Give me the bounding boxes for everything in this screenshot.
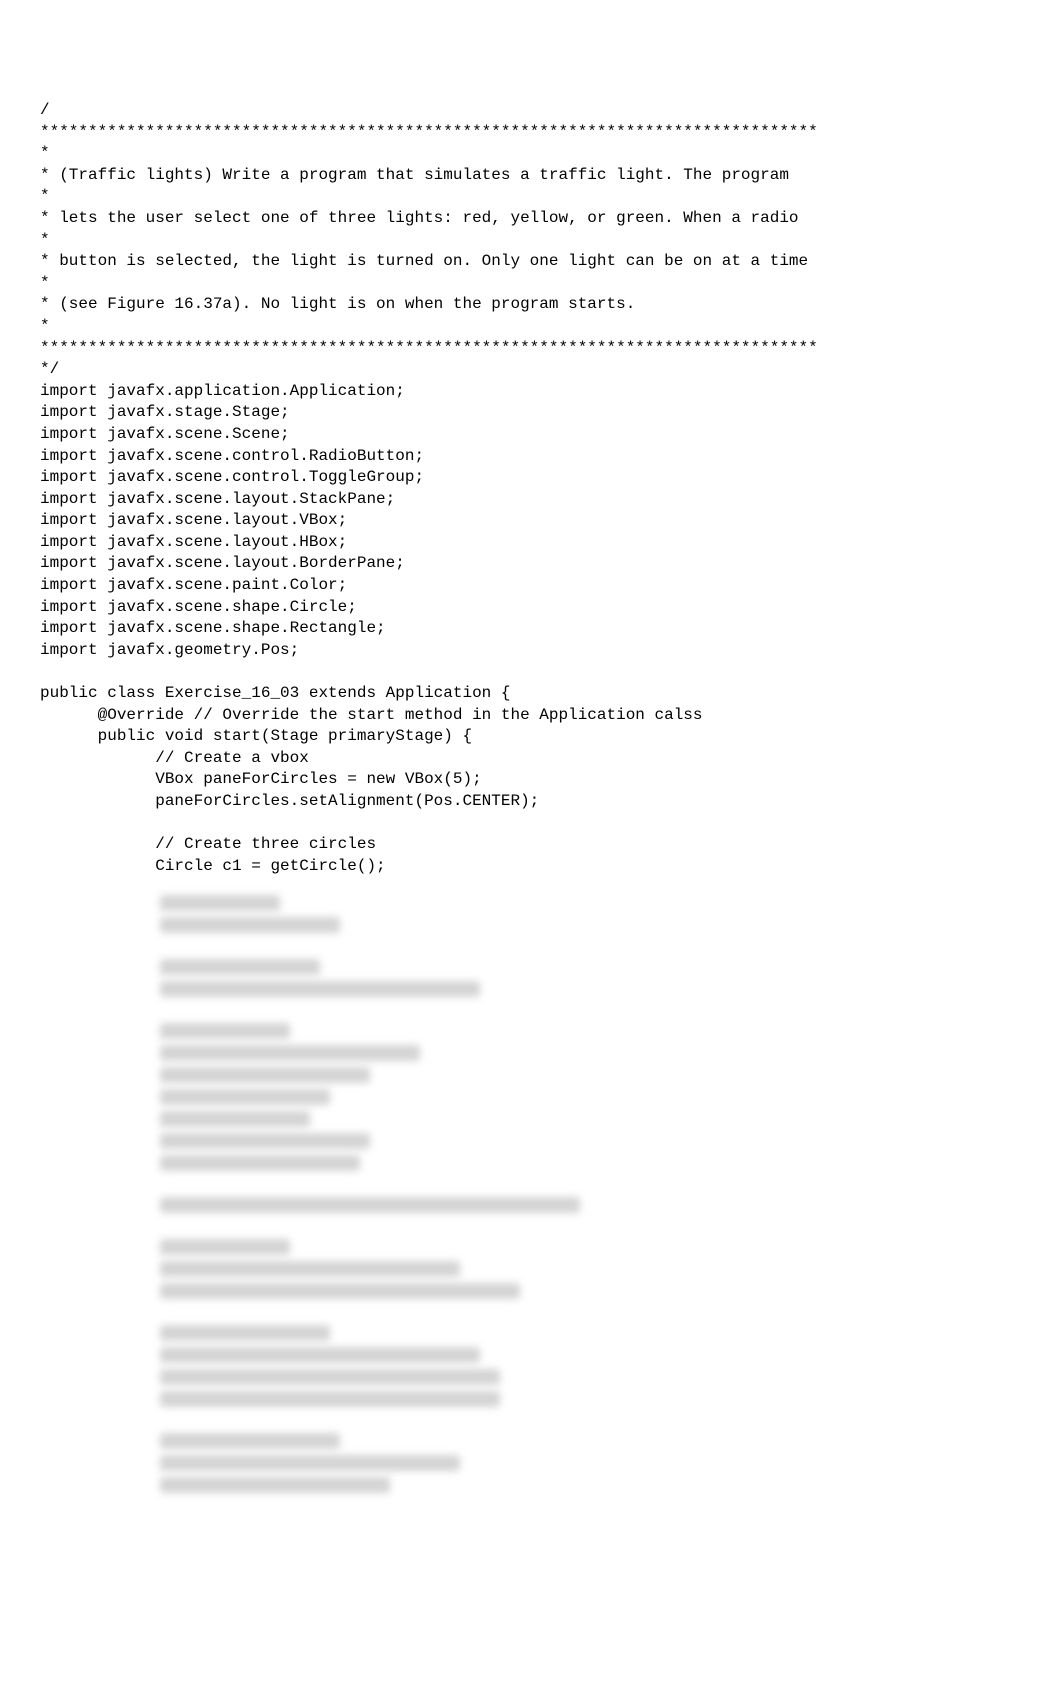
blurred-code-line <box>160 1369 500 1385</box>
blurred-code-group <box>160 1023 1022 1171</box>
blurred-code-line <box>160 1133 370 1149</box>
blurred-code-line <box>160 1045 420 1061</box>
blurred-code-section <box>40 895 1022 1493</box>
blurred-code-line <box>160 981 480 997</box>
blurred-code-line <box>160 1433 340 1449</box>
blurred-code-group <box>160 1433 1022 1493</box>
blurred-code-group <box>160 1197 1022 1213</box>
blurred-code-line <box>160 1455 460 1471</box>
blurred-code-line <box>160 895 280 911</box>
blurred-code-group <box>160 1325 1022 1407</box>
blurred-code-line <box>160 1197 580 1213</box>
blurred-code-line <box>160 1155 360 1171</box>
blurred-code-line <box>160 1111 310 1127</box>
blurred-code-line <box>160 1283 520 1299</box>
code-block: / **************************************… <box>40 100 1022 877</box>
blurred-code-line <box>160 1347 480 1363</box>
blurred-code-line <box>160 917 340 933</box>
blurred-code-line <box>160 1239 290 1255</box>
blurred-code-line <box>160 1261 460 1277</box>
blurred-code-group <box>160 895 1022 933</box>
blurred-code-group <box>160 1239 1022 1299</box>
blurred-code-line <box>160 1067 370 1083</box>
blurred-code-group <box>160 959 1022 997</box>
blurred-code-line <box>160 1477 390 1493</box>
blurred-code-line <box>160 1089 330 1105</box>
blurred-code-line <box>160 1325 330 1341</box>
blurred-code-line <box>160 959 320 975</box>
blurred-code-line <box>160 1391 500 1407</box>
blurred-code-line <box>160 1023 290 1039</box>
